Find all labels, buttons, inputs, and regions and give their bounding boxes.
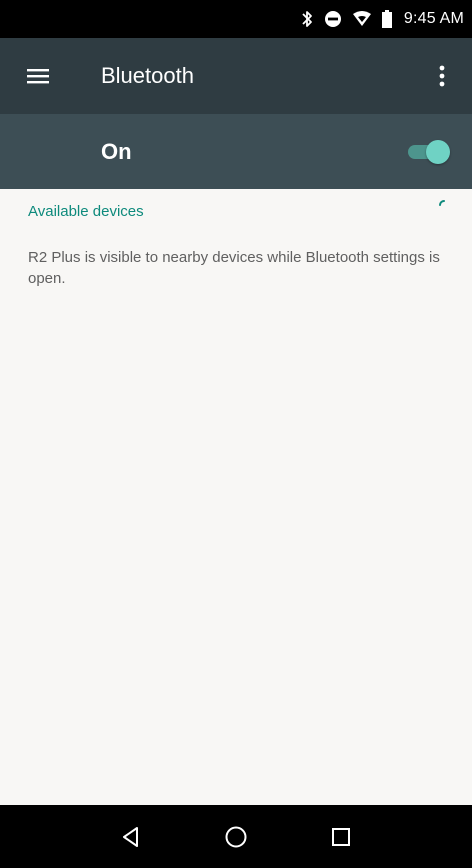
do-not-disturb-icon: [324, 9, 342, 29]
menu-button[interactable]: [20, 58, 56, 94]
wifi-icon: [352, 9, 372, 29]
back-icon: [122, 826, 138, 847]
bluetooth-master-switch-bar[interactable]: On: [0, 114, 472, 189]
master-switch-label: On: [101, 139, 132, 164]
recents-button[interactable]: [321, 817, 361, 857]
home-button[interactable]: [216, 817, 256, 857]
bluetooth-toggle[interactable]: [408, 140, 450, 164]
navigation-bar: [0, 805, 472, 868]
status-bar: 9:45 AM: [0, 0, 472, 38]
bluetooth-icon: [300, 9, 314, 29]
switch-thumb: [426, 140, 450, 164]
screen: 9:45 AM Bluetooth On Available devices R…: [0, 0, 472, 868]
status-time: 9:45 AM: [403, 10, 464, 27]
page-title: Bluetooth: [101, 63, 194, 88]
recents-icon: [332, 827, 351, 846]
progress-spinner-icon: [439, 200, 445, 206]
home-icon: [225, 826, 247, 847]
more-options-button[interactable]: [424, 58, 460, 94]
menu-icon: [27, 69, 49, 84]
more-vert-icon: [439, 65, 445, 87]
toolbar: Bluetooth: [0, 38, 472, 114]
battery-icon: [381, 9, 392, 29]
visibility-info-text: R2 Plus is visible to nearby devices whi…: [28, 249, 440, 287]
content-area: Available devices R2 Plus is visible to …: [0, 189, 472, 805]
available-devices-header: Available devices: [28, 203, 144, 220]
back-button[interactable]: [111, 817, 151, 857]
